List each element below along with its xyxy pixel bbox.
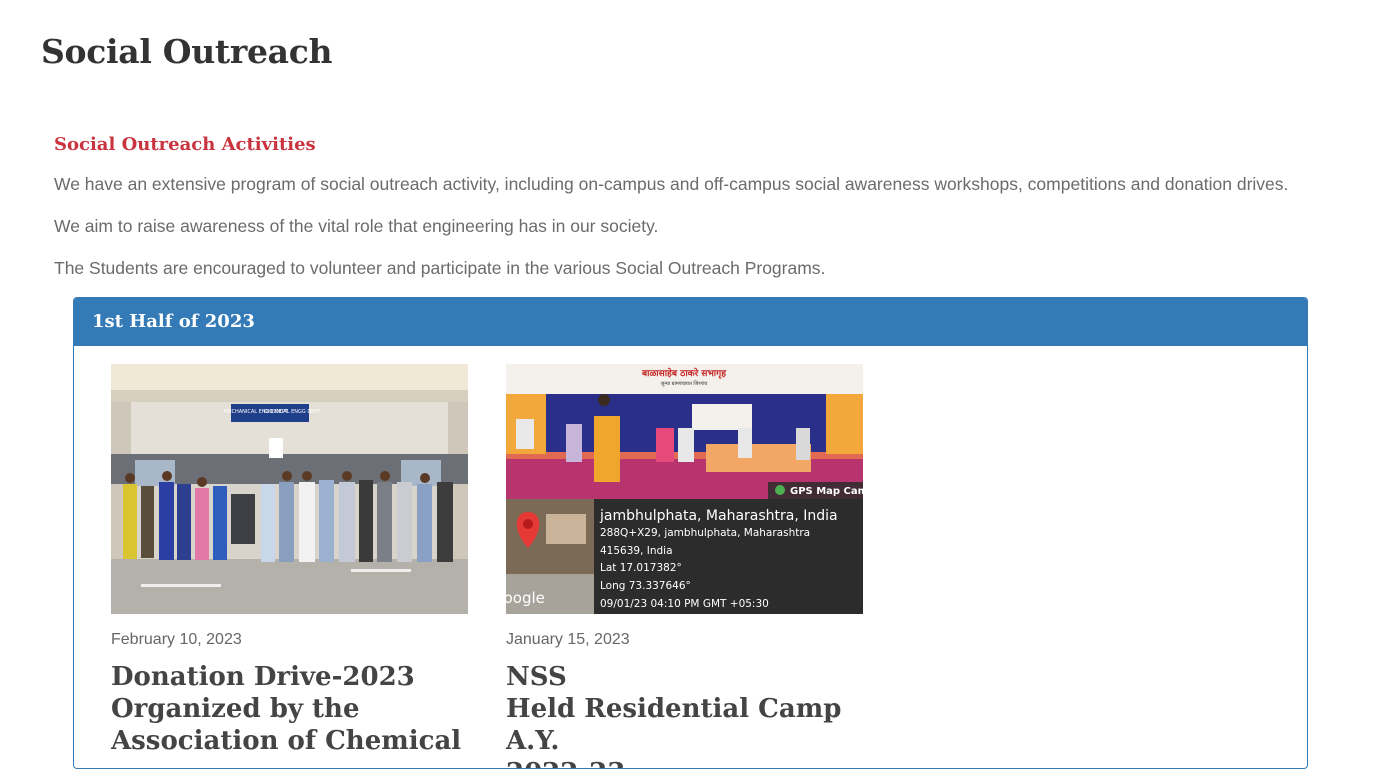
- panel-heading: 1st Half of 2023: [74, 298, 1307, 346]
- section-title: Social Outreach Activities: [54, 134, 316, 155]
- sign-chemical: CHEMICAL ENGG DEPT: [264, 409, 322, 415]
- page-title: Social Outreach: [41, 32, 333, 71]
- card-title-link[interactable]: Donation Drive-2023 Organized by the Ass…: [111, 661, 468, 757]
- card-date: January 15, 2023: [506, 631, 630, 648]
- map-brand-logo: Google: [506, 589, 545, 607]
- activities-panel: 1st Half of 2023 MECHANICAL ENGG DEPT CH…: [73, 297, 1308, 769]
- card-date: February 10, 2023: [111, 631, 242, 648]
- gps-address-1: 288Q+X29, jambhulphata, Maharashtra: [600, 527, 810, 539]
- intro-paragraph-1: We have an extensive program of social o…: [54, 174, 1289, 194]
- activity-card[interactable]: MECHANICAL ENGG DEPT CHEMICAL ENGG DEPT: [111, 364, 468, 757]
- activity-card[interactable]: बाळासाहेब ठाकरे सभागृह जुन्या ग्रामपंचाय…: [506, 364, 863, 768]
- intro-paragraph-2: We aim to raise awareness of the vital r…: [54, 216, 659, 236]
- gps-address-2: 415639, India: [600, 545, 673, 557]
- group-of-people: [123, 471, 453, 562]
- gps-app-label: GPS Map Camera: [790, 486, 863, 497]
- nss-camp-photo[interactable]: बाळासाहेब ठाकरे सभागृह जुन्या ग्रामपंचाय…: [506, 364, 863, 614]
- hall-banner-sub: जुन्या ग्रामपंचायत जिरगांव: [661, 380, 708, 387]
- card-title-link[interactable]: NSS Held Residential Camp A.Y. 2022-23: [506, 661, 863, 768]
- hall-banner: बाळासाहेब ठाकरे सभागृह: [641, 367, 727, 379]
- gps-latitude: Lat 17.017382°: [600, 562, 682, 574]
- gps-longitude: Long 73.337646°: [600, 580, 691, 592]
- gps-timestamp: 09/01/23 04:10 PM GMT +05:30: [600, 598, 769, 610]
- gps-place: jambhulphata, Maharashtra, India: [599, 508, 838, 524]
- intro-paragraph-3: The Students are encouraged to volunteer…: [54, 258, 826, 278]
- donation-drive-photo[interactable]: MECHANICAL ENGG DEPT CHEMICAL ENGG DEPT: [111, 364, 468, 614]
